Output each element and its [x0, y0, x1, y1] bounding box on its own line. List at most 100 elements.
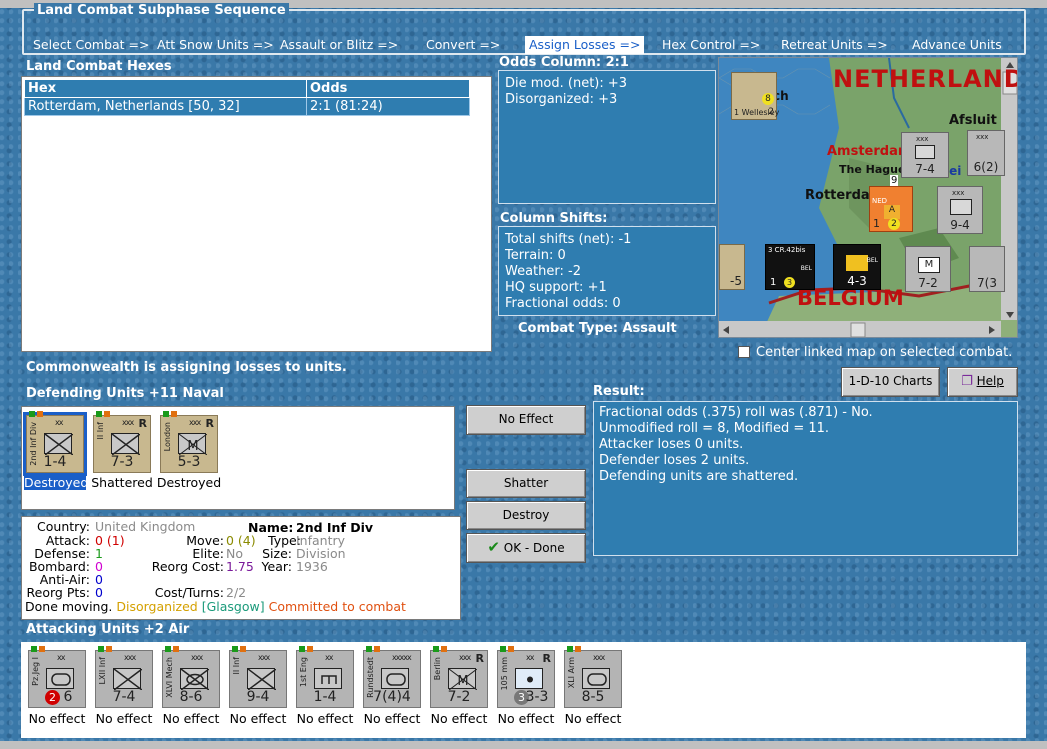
- unit-size: xx: [325, 653, 334, 662]
- map-counter-xxxix-pz[interactable]: xxx 6(2): [967, 130, 1005, 176]
- unit-designation: Pz.Jeg I: [31, 657, 40, 686]
- unit-result-caption: No effect: [296, 711, 354, 726]
- unit-result-caption: No effect: [229, 711, 287, 726]
- unit-counter[interactable]: 105 mm xx R 3 3-3: [497, 646, 555, 708]
- map-counter-air[interactable]: 1 Wellesley 8 2: [731, 72, 779, 120]
- weather-shift: Weather: -2: [505, 264, 581, 279]
- reserve-marker: R: [205, 417, 214, 430]
- unit-designation: Berlin: [433, 657, 442, 681]
- unit-status-pin: [366, 646, 372, 652]
- unit-status-pin: [37, 411, 43, 417]
- unit-counter[interactable]: LXII Inf xxx 7-4: [95, 646, 153, 708]
- result-title: Result:: [593, 384, 645, 399]
- map-counter-2nd-inf[interactable]: xxx 9-4: [937, 186, 983, 234]
- map-counter-combat-stack[interactable]: NED A 1 2 9: [869, 175, 913, 232]
- step-retreat-units[interactable]: Retreat Units =>: [781, 36, 888, 54]
- unit-status-pin: [441, 646, 447, 652]
- step-att-snow-units[interactable]: Att Snow Units =>: [157, 36, 274, 54]
- unit-status-pin: [171, 411, 177, 417]
- unit-size: xx: [57, 653, 66, 662]
- step-advance-units[interactable]: Advance Units: [912, 36, 1002, 54]
- result-panel: Fractional odds (.375) roll was (.871) -…: [593, 401, 1018, 556]
- unit-size: xxx: [258, 653, 270, 662]
- unit-status-pin: [98, 646, 104, 652]
- unit-counter[interactable]: 2nd Inf Div xx 1-4: [23, 411, 87, 476]
- reserve-marker: R: [475, 652, 484, 665]
- unit-strength: 1-4: [313, 689, 337, 705]
- center-map-checkbox[interactable]: [738, 346, 750, 358]
- unit-counter[interactable]: Rundstedt xxxxx 7(4)4: [363, 646, 421, 708]
- odds-cell[interactable]: 2:1 (81:24): [306, 97, 470, 116]
- unit-strength: 6: [63, 689, 73, 705]
- unit-size: xxx: [459, 653, 471, 662]
- unit-designation: LXII Inf: [98, 657, 107, 685]
- terrain-shift: Terrain: 0: [505, 248, 566, 263]
- unit-counter[interactable]: London xxx R M 5-3: [160, 411, 218, 473]
- shatter-button[interactable]: Shatter: [466, 469, 586, 498]
- unit-type-symbol-icon: [111, 433, 140, 455]
- unit-counter[interactable]: Pz.Jeg Ixx 2 6: [28, 646, 86, 708]
- step-assault-or-blitz[interactable]: Assault or Blitz =>: [280, 36, 398, 54]
- hq-support-shift: HQ support: +1: [505, 280, 607, 295]
- unit-type-symbol-icon: [247, 668, 276, 690]
- unit-counter[interactable]: XLVI Mech xxx 8-6: [162, 646, 220, 708]
- unit-strength: 5-3: [177, 454, 201, 470]
- no-effect-button[interactable]: No Effect: [466, 405, 586, 435]
- map-counter-cr42[interactable]: 3 CR.42bis BEL 1 3: [765, 244, 815, 290]
- result-line: Defender loses 2 units.: [599, 453, 750, 468]
- step-select-combat[interactable]: Select Combat =>: [33, 36, 150, 54]
- unit-counter[interactable]: II Inf xxx 9-4: [229, 646, 287, 708]
- col-odds[interactable]: Odds: [306, 79, 470, 98]
- hex-cell[interactable]: Rotterdam, Netherlands [50, 32]: [24, 97, 307, 116]
- charts-button[interactable]: 1-D-10 Charts: [841, 367, 940, 397]
- unit-counter[interactable]: II Inf xxx R 7-3: [93, 411, 151, 473]
- unit-counter[interactable]: XLI Arm xxx 8-5: [564, 646, 622, 708]
- unit-result-caption: No effect: [430, 711, 488, 726]
- step-convert[interactable]: Convert =>: [426, 36, 500, 54]
- unit-designation: London: [163, 422, 172, 452]
- unit-type-symbol-icon: [381, 668, 409, 689]
- unit-status-pin: [307, 646, 313, 652]
- attackers-title: Attacking Units +2 Air: [26, 622, 190, 637]
- unit-result-caption: No effect: [363, 711, 421, 726]
- unit-counter[interactable]: 1st Eng xx 1-4: [296, 646, 354, 708]
- mini-map[interactable]: NETHERLANDS BELGIUM Amsterdam The Hague …: [718, 57, 1018, 338]
- sequence-steps: Select Combat => Att Snow Units => Assau…: [33, 36, 1024, 54]
- unit-status-line: Done moving. Disorganized [Glasgow] Comm…: [25, 599, 406, 614]
- unit-type-symbol-icon: [314, 668, 342, 689]
- step-assign-losses[interactable]: Assign Losses =>: [525, 36, 645, 54]
- unit-status-pin: [96, 411, 102, 417]
- unit-status-pin: [232, 646, 238, 652]
- map-counter-xxxix-mot[interactable]: 7(3: [969, 246, 1005, 292]
- unit-status-pin: [500, 646, 506, 652]
- map-counter-berlin[interactable]: M 7-2: [905, 246, 951, 292]
- unit-status-pin: [508, 646, 514, 652]
- map-counter-edge[interactable]: -5: [719, 244, 745, 290]
- hexes-table: Hex Odds Rotterdam, Netherlands [50, 32] 2…: [24, 79, 470, 116]
- unit-status-pin: [104, 411, 110, 417]
- unit-type-symbol-icon: [582, 668, 610, 689]
- unit-status-pin: [567, 646, 573, 652]
- table-row[interactable]: Rotterdam, Netherlands [50, 32] 2:1 (81:2…: [24, 97, 470, 116]
- step-hex-control[interactable]: Hex Control =>: [662, 36, 760, 54]
- unit-strength: 9-4: [246, 689, 270, 705]
- defenders-panel: 2nd Inf Div xx 1-4 Destroyed II Inf xxx R 7-3 Sh…: [21, 406, 455, 510]
- unit-designation: II Inf: [96, 422, 105, 440]
- shifts-title: Column Shifts:: [500, 211, 608, 226]
- ok-done-button[interactable]: ✔ OK - Done: [466, 533, 586, 563]
- hexes-panel: Hex Odds Rotterdam, Netherlands [50, 32] 2…: [21, 76, 492, 352]
- destroy-button[interactable]: Destroy: [466, 501, 586, 530]
- result-line: Unmodified roll = 8, Modified = 11.: [599, 421, 830, 436]
- unit-status-pin: [173, 646, 179, 652]
- map-label-netherlands: NETHERLANDS: [833, 65, 1017, 93]
- center-map-label: Center linked map on selected combat.: [756, 345, 1013, 360]
- unit-result-caption: Destroyed: [156, 475, 222, 490]
- unit-counter[interactable]: Berlin xxx R M 7-2: [430, 646, 488, 708]
- map-counter-xxii-inf[interactable]: xxx 7-4: [901, 132, 949, 178]
- map-counter-bel-inf[interactable]: BEL 4-3: [833, 244, 881, 290]
- col-hex[interactable]: Hex: [24, 79, 307, 98]
- unit-status-pin: [575, 646, 581, 652]
- attackers-panel: Pz.Jeg Ixx 2 6 No effect LXII Inf xxx 7-4 No ef…: [21, 642, 1026, 738]
- help-button[interactable]: ❐ Help: [947, 367, 1018, 397]
- unit-size: xxx: [593, 653, 605, 662]
